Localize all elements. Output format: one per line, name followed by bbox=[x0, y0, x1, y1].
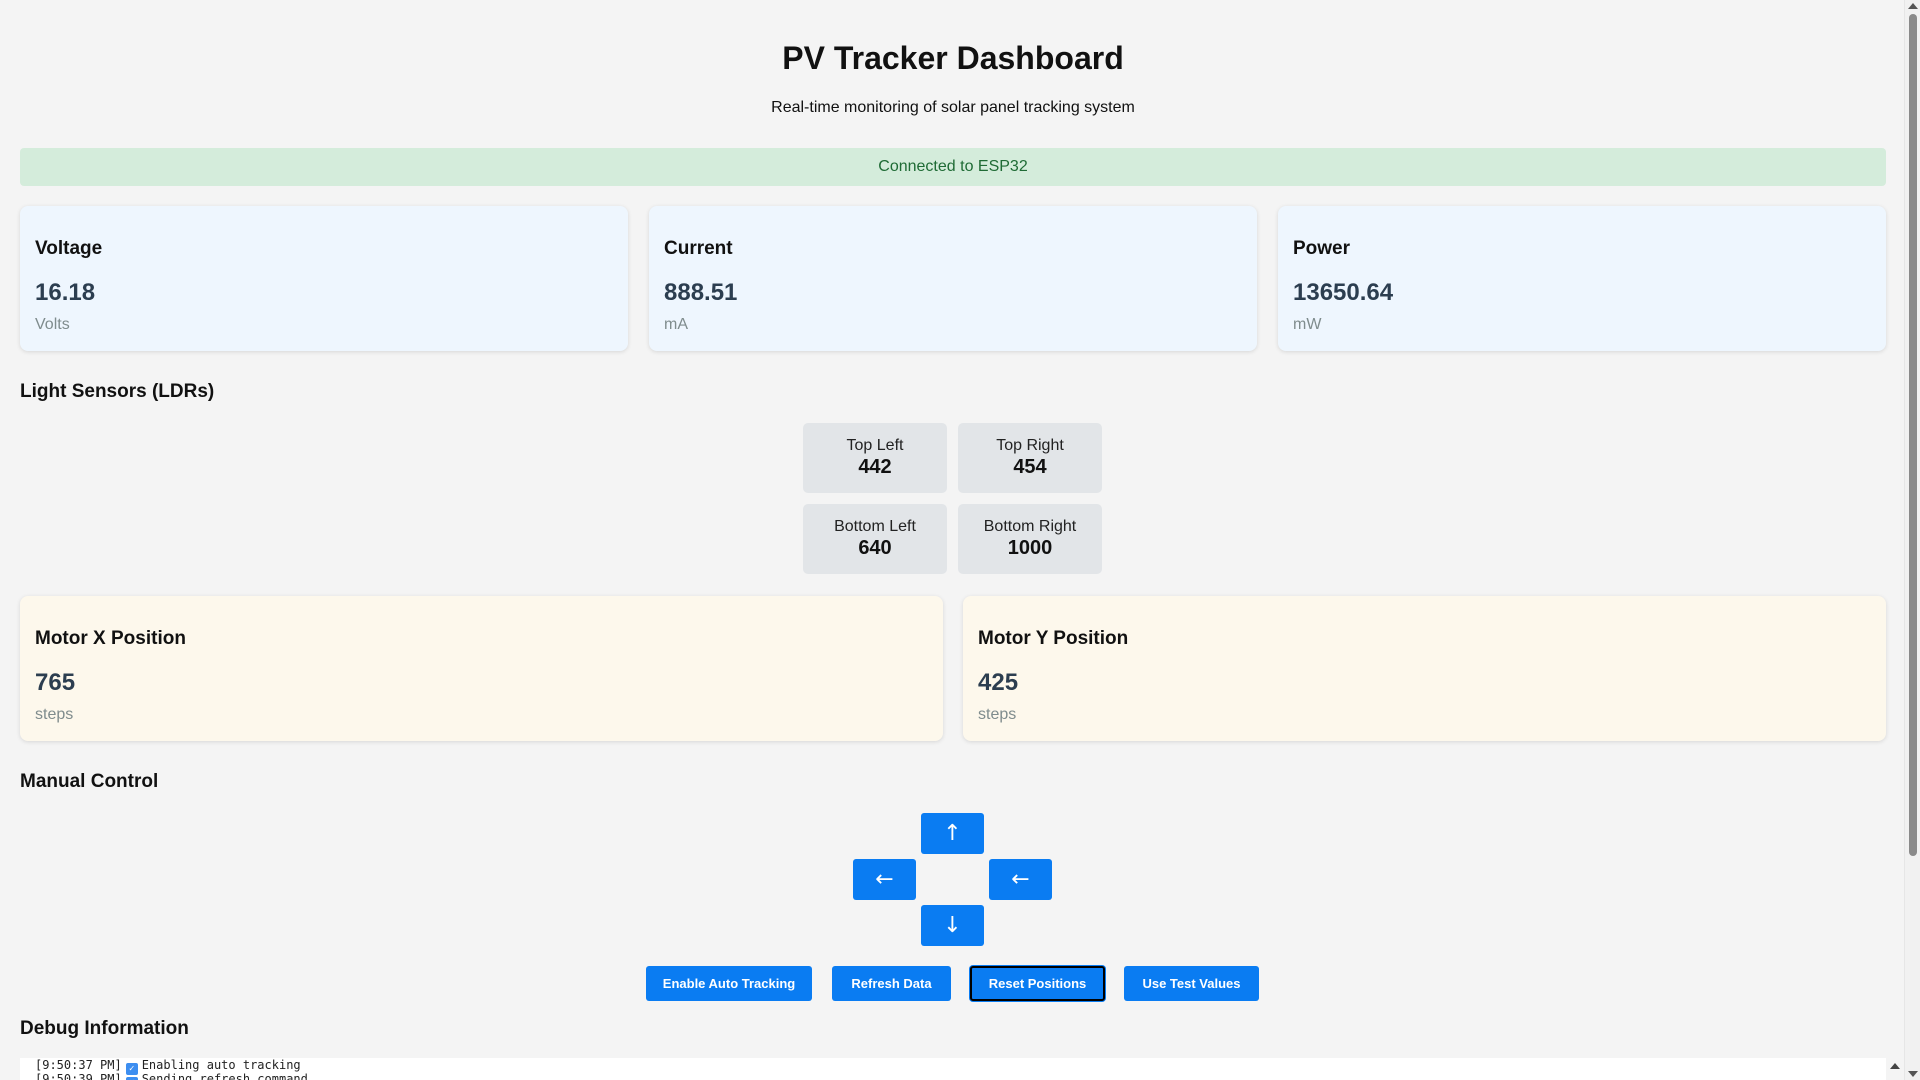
log-time: [9:50:39 PM] bbox=[35, 1072, 122, 1080]
move-down-button[interactable]: ↓ bbox=[921, 905, 984, 946]
debug-log-line: [9:50:37 PM] ✓ Enabling auto tracking bbox=[35, 1058, 1871, 1075]
manual-control-title: Manual Control bbox=[20, 771, 159, 792]
motor-y-label: Motor Y Position bbox=[978, 628, 1129, 649]
ldr-name: Top Left bbox=[846, 437, 904, 454]
ldr-bottom-left: Bottom Left 640 bbox=[803, 504, 947, 574]
motor-y-unit: steps bbox=[978, 706, 1017, 723]
motor-x-label: Motor X Position bbox=[35, 628, 186, 649]
motor-x-unit: steps bbox=[35, 706, 74, 723]
power-card: Power 13650.64 mW bbox=[1278, 206, 1886, 351]
scrollbar-thumb[interactable] bbox=[1909, 14, 1917, 856]
scroll-down-icon[interactable] bbox=[1908, 1071, 1918, 1077]
motor-y-value: 425 bbox=[978, 669, 1019, 696]
power-unit: mW bbox=[1293, 316, 1322, 333]
ldr-value: 1000 bbox=[1007, 537, 1053, 559]
voltage-unit: Volts bbox=[35, 316, 70, 333]
scroll-up-icon[interactable] bbox=[1908, 3, 1918, 9]
debug-log-line: [9:50:39 PM]✓Sending refresh command bbox=[35, 1072, 1871, 1080]
page-subtitle: Real-time monitoring of solar panel trac… bbox=[771, 99, 1135, 116]
page-title: PV Tracker Dashboard bbox=[782, 40, 1124, 76]
log-text: Sending refresh command bbox=[141, 1072, 308, 1080]
ldr-name: Bottom Right bbox=[983, 518, 1077, 535]
page-scrollbar[interactable] bbox=[1904, 0, 1920, 1080]
log-text: Enabling auto tracking bbox=[141, 1058, 301, 1072]
ldr-name: Top Right bbox=[996, 437, 1064, 454]
refresh-data-button[interactable]: Refresh Data bbox=[832, 966, 951, 1001]
motor-x-value: 765 bbox=[35, 669, 76, 696]
connection-status-banner: Connected to ESP32 bbox=[20, 148, 1886, 186]
power-value: 13650.64 bbox=[1293, 279, 1394, 306]
current-label: Current bbox=[664, 238, 733, 259]
ldr-value: 442 bbox=[858, 456, 892, 478]
debug-log[interactable]: [9:50:37 PM] ✓ Enabling auto tracking [9:5… bbox=[20, 1058, 1886, 1080]
ldr-top-left: Top Left 442 bbox=[803, 423, 947, 493]
enable-auto-tracking-button[interactable]: Enable Auto Tracking bbox=[646, 966, 812, 1001]
ldr-value: 640 bbox=[858, 537, 892, 559]
log-time: [9:50:37 PM] bbox=[35, 1058, 122, 1072]
ldr-name: Bottom Left bbox=[834, 518, 916, 535]
move-up-button[interactable]: ↑ bbox=[921, 813, 984, 854]
voltage-label: Voltage bbox=[35, 238, 103, 259]
current-card: Current 888.51 mA bbox=[649, 206, 1257, 351]
use-test-values-button[interactable]: Use Test Values bbox=[1124, 966, 1259, 1001]
power-label: Power bbox=[1293, 238, 1351, 259]
debug-section-title: Debug Information bbox=[20, 1018, 189, 1039]
reset-positions-button[interactable]: Reset Positions bbox=[970, 966, 1105, 1001]
motor-y-card: Motor Y Position 425 steps bbox=[963, 596, 1886, 741]
debug-scroll-up-icon[interactable] bbox=[1890, 1063, 1900, 1069]
motor-x-card: Motor X Position 765 steps bbox=[20, 596, 943, 741]
move-right-button[interactable]: ← bbox=[989, 859, 1052, 900]
current-value: 888.51 bbox=[664, 279, 738, 306]
voltage-value: 16.18 bbox=[35, 279, 96, 306]
ldr-section-title: Light Sensors (LDRs) bbox=[20, 381, 215, 402]
current-unit: mA bbox=[664, 316, 688, 333]
ldr-value: 454 bbox=[1013, 456, 1047, 478]
ldr-bottom-right: Bottom Right 1000 bbox=[958, 504, 1102, 574]
move-left-button[interactable]: ← bbox=[853, 859, 916, 900]
voltage-card: Voltage 16.18 Volts bbox=[20, 206, 628, 351]
ldr-top-right: Top Right 454 bbox=[958, 423, 1102, 493]
